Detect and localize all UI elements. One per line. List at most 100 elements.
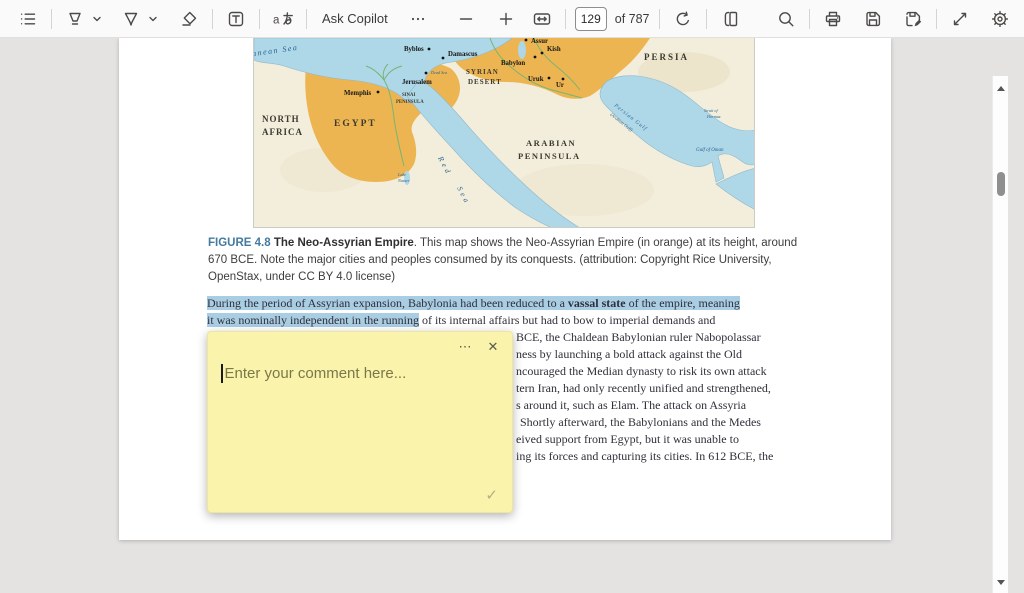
figure-caption-line1: FIGURE 4.8 The Neo-Assyrian Empire. This… <box>208 237 798 249</box>
map-label-lake-nasser: Nasser <box>397 178 410 183</box>
map-city-jerusalem: Jerusalem <box>402 79 432 86</box>
save-as-button[interactable] <box>899 4 927 34</box>
map-label-north-africa: NORTH <box>262 114 300 124</box>
figure-label: FIGURE 4.8 <box>208 237 271 249</box>
chevron-down-icon <box>147 13 159 25</box>
page-view-button[interactable] <box>716 4 744 34</box>
highlight-dropdown[interactable] <box>89 4 105 34</box>
toolbar-separator <box>936 8 937 29</box>
search-button[interactable] <box>772 4 800 34</box>
map-city-kish: Kish <box>547 46 561 53</box>
toolbar-separator <box>809 8 810 29</box>
check-icon: ✓ <box>485 487 498 504</box>
figure-title: The Neo-Assyrian Empire <box>270 237 414 249</box>
draw-button[interactable] <box>117 4 145 34</box>
map-city-ur: Ur <box>556 82 564 89</box>
paragraph-fragment: ness by launching a bold attack against … <box>516 347 742 361</box>
map-label-syrian-desert: DESERT <box>468 78 502 86</box>
map-city-memphis: Memphis <box>344 90 372 97</box>
comment-popup: ⋯ ✕ Enter your comment here... ✓ <box>207 331 513 513</box>
figure-map-image: Mediterranean Sea NORTH AFRICA EGYPT SIN… <box>253 38 755 228</box>
add-text-button[interactable] <box>222 4 250 34</box>
figure-caption-line2: 670 BCE. Note the major cities and peopl… <box>208 254 772 266</box>
figure-caption-line3: OpenStax, under CC BY 4.0 license) <box>208 271 396 283</box>
paragraph-fragment: Shortly afterward, the Babylonians and t… <box>520 415 761 429</box>
map-label-strait-of-hormuz: Hormuz <box>706 114 721 119</box>
draw-dropdown[interactable] <box>145 4 161 34</box>
map-label-strait-of-hormuz: Strait of <box>704 108 718 113</box>
rotate-button[interactable] <box>669 4 697 34</box>
toolbar-separator <box>212 8 213 29</box>
more-options-icon <box>409 10 427 28</box>
zoom-out-button[interactable] <box>452 4 480 34</box>
fit-to-width-button[interactable] <box>528 4 556 34</box>
comment-close-button[interactable]: ✕ <box>484 338 502 356</box>
print-button[interactable] <box>819 4 847 34</box>
more-options-button[interactable] <box>404 4 432 34</box>
map-label-north-africa: AFRICA <box>262 127 303 137</box>
map-label-gulf-of-oman: Gulf of Oman <box>696 148 724 153</box>
map-label-arabian-peninsula: PENINSULA <box>518 151 581 161</box>
comment-confirm-button[interactable]: ✓ <box>485 486 498 504</box>
toolbar-separator <box>306 8 307 29</box>
toolbar-separator <box>658 8 660 29</box>
table-of-contents-button[interactable] <box>14 4 42 34</box>
toolbar-separator <box>259 8 260 29</box>
comment-more-button[interactable]: ⋯ <box>456 338 474 356</box>
svg-text:a: a <box>273 14 280 26</box>
vertical-scrollbar[interactable] <box>992 76 1008 593</box>
map-label-lake-nasser: Lake <box>397 172 406 177</box>
text-cursor <box>221 364 223 383</box>
toolbar-separator <box>564 8 566 29</box>
ask-copilot-button[interactable]: Ask Copilot <box>316 4 394 34</box>
expand-icon <box>950 9 970 29</box>
fit-width-icon <box>532 9 552 29</box>
paragraph-fragment: ncouraged the Median dynasty to risk its… <box>516 364 767 378</box>
pdf-toolbar: a Ask Copilot of 787 <box>0 0 1024 38</box>
pdf-page: Mediterranean Sea NORTH AFRICA EGYPT SIN… <box>119 38 891 540</box>
eraser-icon <box>179 9 199 29</box>
more-options-icon: ⋯ <box>458 339 472 354</box>
fullscreen-button[interactable] <box>946 4 974 34</box>
map-label-syrian-desert: SYRIAN <box>466 68 499 76</box>
read-aloud-translate-button[interactable]: a <box>269 4 297 34</box>
search-icon <box>776 9 796 29</box>
map-city-byblos: Byblos <box>404 46 424 53</box>
save-button[interactable] <box>859 4 887 34</box>
comment-input[interactable]: Enter your comment here... <box>221 364 500 383</box>
map-label-sinai: SINAI <box>402 93 415 98</box>
rotate-icon <box>673 9 693 29</box>
settings-button[interactable] <box>986 4 1014 34</box>
pdf-canvas: Mediterranean Sea NORTH AFRICA EGYPT SIN… <box>0 38 1008 593</box>
erase-button[interactable] <box>175 4 203 34</box>
page-number-input[interactable] <box>574 6 607 31</box>
scrollbar-thumb[interactable] <box>997 172 1005 196</box>
page-view-icon <box>720 9 740 29</box>
comment-placeholder: Enter your comment here... <box>224 365 407 382</box>
map-city-uruk: Uruk <box>528 76 544 83</box>
close-icon: ✕ <box>487 339 499 354</box>
map-city-assur: Assur <box>531 38 548 45</box>
map-label-persia: PERSIA <box>644 52 689 62</box>
ask-copilot-label: Ask Copilot <box>322 11 388 26</box>
pen-icon <box>121 9 141 29</box>
paragraph-fragment: tern Iran, had only recently unified and… <box>516 381 771 395</box>
map-label-egypt: EGYPT <box>334 119 377 129</box>
minus-icon <box>456 9 476 29</box>
highlight-button[interactable] <box>61 4 89 34</box>
scroll-down-arrow-icon[interactable] <box>997 580 1005 585</box>
page-total-label: of 787 <box>614 11 650 26</box>
toolbar-separator <box>705 8 707 29</box>
selected-text: it was nominally independent in the runn… <box>207 313 419 327</box>
chevron-down-icon <box>91 13 103 25</box>
paragraph-fragment: ing its forces and capturing its cities.… <box>516 449 774 463</box>
zoom-in-button[interactable] <box>492 4 520 34</box>
scroll-up-arrow-icon[interactable] <box>997 86 1005 91</box>
gear-icon <box>990 9 1010 29</box>
add-text-icon <box>226 9 246 29</box>
paragraph-fragment: BCE, the Chaldean Babylonian ruler Nabop… <box>516 330 761 344</box>
map-city-damascus: Damascus <box>448 51 478 58</box>
paragraph-fragment: eived support from Egypt, but it was una… <box>516 432 739 446</box>
paragraph-line1: During the period of Assyrian expansion,… <box>207 295 740 312</box>
highlighter-icon <box>65 9 85 29</box>
